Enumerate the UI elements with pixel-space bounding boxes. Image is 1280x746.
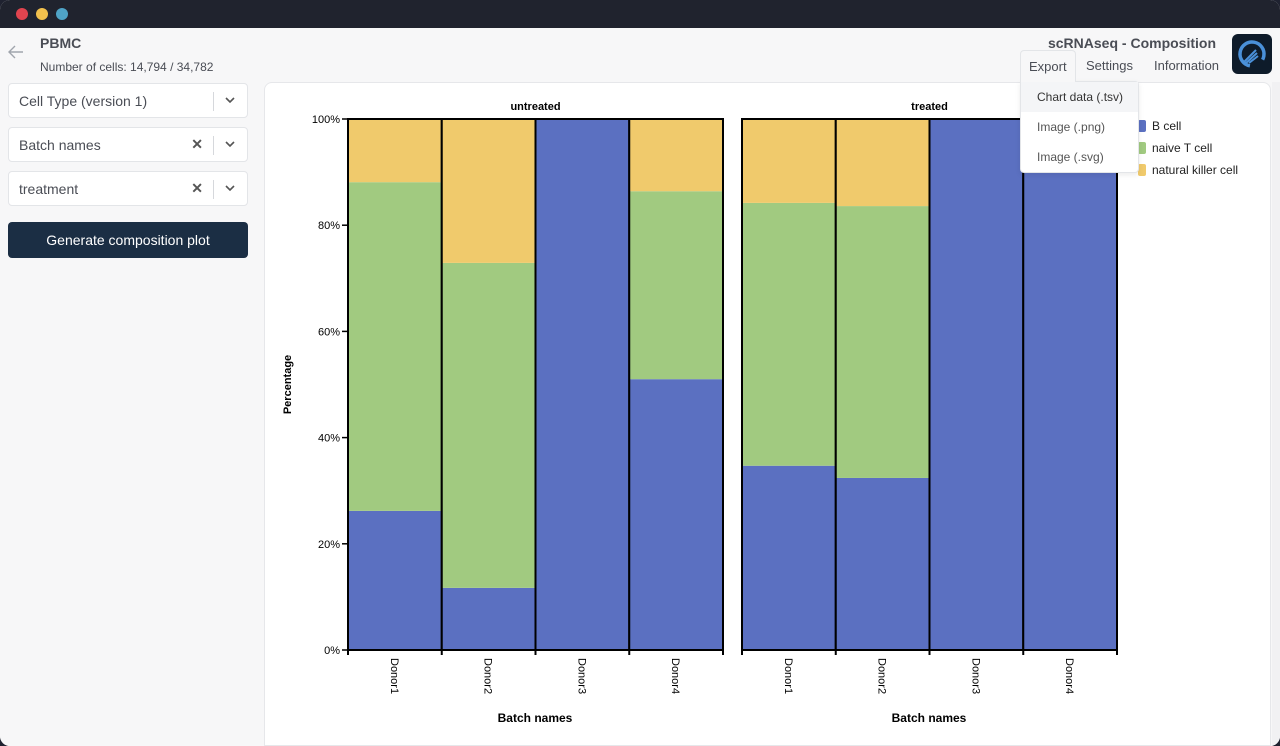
x-axis-label: Batch names — [892, 711, 967, 725]
bar-segment — [929, 119, 1024, 650]
legend-label: natural killer cell — [1152, 163, 1239, 177]
legend-item[interactable]: naive T cell — [1138, 140, 1268, 156]
x-tick-label: Donor4 — [669, 658, 681, 694]
bar-segment — [441, 262, 536, 588]
export-image-png[interactable]: Image (.png) — [1021, 112, 1138, 142]
bar-segment — [629, 119, 723, 192]
app-window: PBMC Number of cells: 14,794 / 34,782 Ce… — [0, 0, 1280, 746]
x-tick-label: Donor1 — [782, 658, 794, 694]
zoom-window-button[interactable] — [56, 8, 68, 20]
close-window-button[interactable] — [16, 8, 28, 20]
y-tick-label: 100% — [312, 114, 340, 126]
y-tick-label: 80% — [318, 220, 340, 232]
export-chart-data-tsv[interactable]: Chart data (.tsv) — [1021, 82, 1138, 112]
y-axis-label: Percentage — [282, 355, 294, 414]
legend-swatch — [1138, 120, 1146, 132]
bar-segment — [441, 119, 536, 263]
bar-segment — [742, 202, 836, 466]
bar-segment — [348, 182, 442, 511]
x-tick-label: Donor2 — [876, 658, 888, 694]
bar-segment — [535, 119, 630, 650]
export-image-svg[interactable]: Image (.svg) — [1021, 142, 1138, 172]
x-tick-label: Donor2 — [482, 658, 494, 694]
legend-swatch — [1138, 142, 1146, 154]
y-tick-label: 0% — [324, 645, 340, 657]
title-bar — [0, 0, 1280, 28]
menu-export[interactable]: Export — [1020, 50, 1076, 82]
y-tick-label: 40% — [318, 433, 340, 445]
x-tick-label: Donor3 — [575, 658, 587, 694]
facet-title: treated — [911, 101, 948, 113]
bar-segment — [835, 119, 930, 207]
y-tick-label: 20% — [318, 539, 340, 551]
x-tick-label: Donor4 — [1063, 658, 1075, 694]
minimize-window-button[interactable] — [36, 8, 48, 20]
y-tick-label: 60% — [318, 326, 340, 338]
x-tick-label: Donor3 — [969, 658, 981, 694]
facet-title: untreated — [510, 101, 560, 113]
bar-segment — [629, 191, 723, 380]
x-axis-label: Batch names — [498, 711, 573, 725]
export-dropdown: Chart data (.tsv) Image (.png) Image (.s… — [1020, 81, 1139, 173]
x-tick-label: Donor1 — [388, 658, 400, 694]
bar-segment — [742, 465, 836, 650]
bar-segment — [1023, 119, 1117, 650]
bar-segment — [441, 587, 536, 650]
legend-item[interactable]: natural killer cell — [1138, 162, 1268, 178]
bar-segment — [835, 477, 930, 650]
legend-label: B cell — [1152, 119, 1182, 133]
bar-segment — [742, 119, 836, 203]
bar-segment — [348, 510, 442, 650]
bar-segment — [348, 119, 442, 183]
legend-item[interactable]: B cell — [1138, 118, 1268, 134]
legend-label: naive T cell — [1152, 141, 1213, 155]
bar-segment — [835, 206, 930, 478]
bar-segment — [629, 379, 723, 650]
legend-swatch — [1138, 164, 1146, 176]
